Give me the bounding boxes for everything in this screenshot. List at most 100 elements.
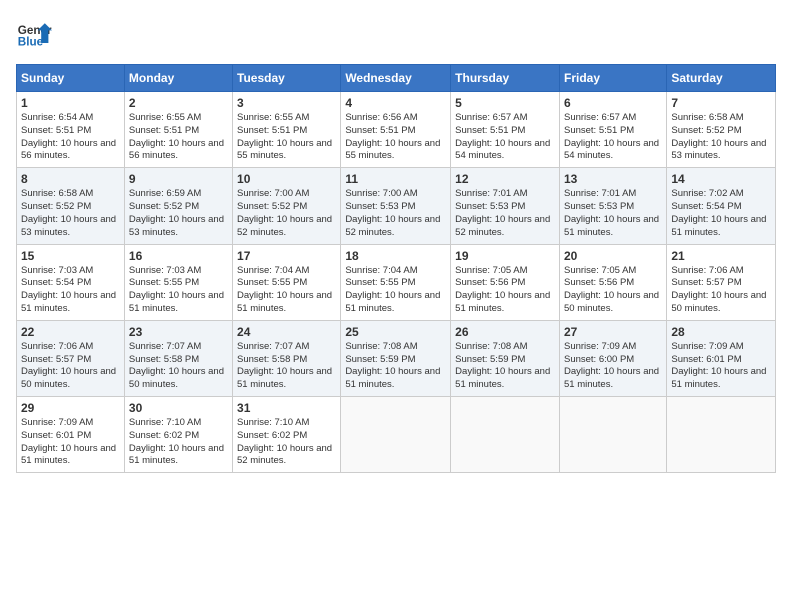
day-number: 16: [129, 249, 228, 263]
day-number: 24: [237, 325, 336, 339]
calendar-cell: 1 Sunrise: 6:54 AM Sunset: 5:51 PM Dayli…: [17, 92, 125, 168]
calendar-cell: 6 Sunrise: 6:57 AM Sunset: 5:51 PM Dayli…: [559, 92, 666, 168]
day-info: Sunrise: 7:04 AM Sunset: 5:55 PM Dayligh…: [345, 265, 446, 316]
day-number: 8: [21, 172, 120, 186]
page-header: General Blue: [16, 16, 776, 52]
day-info: Sunrise: 6:58 AM Sunset: 5:52 PM Dayligh…: [671, 112, 771, 163]
calendar-cell: 16 Sunrise: 7:03 AM Sunset: 5:55 PM Dayl…: [124, 244, 232, 320]
calendar-cell: 3 Sunrise: 6:55 AM Sunset: 5:51 PM Dayli…: [233, 92, 341, 168]
day-info: Sunrise: 7:01 AM Sunset: 5:53 PM Dayligh…: [455, 188, 555, 239]
calendar-cell: 5 Sunrise: 6:57 AM Sunset: 5:51 PM Dayli…: [451, 92, 560, 168]
day-info: Sunrise: 7:09 AM Sunset: 6:00 PM Dayligh…: [564, 341, 662, 392]
day-info: Sunrise: 7:09 AM Sunset: 6:01 PM Dayligh…: [21, 417, 120, 468]
day-number: 26: [455, 325, 555, 339]
day-number: 4: [345, 96, 446, 110]
day-info: Sunrise: 7:02 AM Sunset: 5:54 PM Dayligh…: [671, 188, 771, 239]
day-number: 15: [21, 249, 120, 263]
calendar-cell: 9 Sunrise: 6:59 AM Sunset: 5:52 PM Dayli…: [124, 168, 232, 244]
calendar-cell: 12 Sunrise: 7:01 AM Sunset: 5:53 PM Dayl…: [451, 168, 560, 244]
day-info: Sunrise: 6:54 AM Sunset: 5:51 PM Dayligh…: [21, 112, 120, 163]
calendar-cell: 30 Sunrise: 7:10 AM Sunset: 6:02 PM Dayl…: [124, 397, 232, 473]
day-info: Sunrise: 7:09 AM Sunset: 6:01 PM Dayligh…: [671, 341, 771, 392]
day-info: Sunrise: 6:55 AM Sunset: 5:51 PM Dayligh…: [237, 112, 336, 163]
day-info: Sunrise: 7:08 AM Sunset: 5:59 PM Dayligh…: [455, 341, 555, 392]
day-info: Sunrise: 7:05 AM Sunset: 5:56 PM Dayligh…: [564, 265, 662, 316]
calendar-header-row: Sunday Monday Tuesday Wednesday Thursday…: [17, 65, 776, 92]
day-info: Sunrise: 6:59 AM Sunset: 5:52 PM Dayligh…: [129, 188, 228, 239]
day-info: Sunrise: 7:01 AM Sunset: 5:53 PM Dayligh…: [564, 188, 662, 239]
day-number: 31: [237, 401, 336, 415]
calendar-cell: 11 Sunrise: 7:00 AM Sunset: 5:53 PM Dayl…: [341, 168, 451, 244]
calendar-cell: 27 Sunrise: 7:09 AM Sunset: 6:00 PM Dayl…: [559, 320, 666, 396]
day-info: Sunrise: 6:58 AM Sunset: 5:52 PM Dayligh…: [21, 188, 120, 239]
day-number: 7: [671, 96, 771, 110]
day-info: Sunrise: 7:03 AM Sunset: 5:55 PM Dayligh…: [129, 265, 228, 316]
col-monday: Monday: [124, 65, 232, 92]
day-number: 9: [129, 172, 228, 186]
day-number: 30: [129, 401, 228, 415]
day-number: 29: [21, 401, 120, 415]
day-info: Sunrise: 7:06 AM Sunset: 5:57 PM Dayligh…: [21, 341, 120, 392]
calendar-cell: 14 Sunrise: 7:02 AM Sunset: 5:54 PM Dayl…: [667, 168, 776, 244]
calendar-cell: [341, 397, 451, 473]
day-info: Sunrise: 7:00 AM Sunset: 5:52 PM Dayligh…: [237, 188, 336, 239]
calendar-week-row: 8 Sunrise: 6:58 AM Sunset: 5:52 PM Dayli…: [17, 168, 776, 244]
logo: General Blue: [16, 16, 52, 52]
day-info: Sunrise: 7:00 AM Sunset: 5:53 PM Dayligh…: [345, 188, 446, 239]
day-number: 6: [564, 96, 662, 110]
calendar-cell: 24 Sunrise: 7:07 AM Sunset: 5:58 PM Dayl…: [233, 320, 341, 396]
day-number: 3: [237, 96, 336, 110]
day-number: 19: [455, 249, 555, 263]
calendar-cell: 28 Sunrise: 7:09 AM Sunset: 6:01 PM Dayl…: [667, 320, 776, 396]
col-tuesday: Tuesday: [233, 65, 341, 92]
day-number: 27: [564, 325, 662, 339]
calendar-cell: 20 Sunrise: 7:05 AM Sunset: 5:56 PM Dayl…: [559, 244, 666, 320]
calendar-cell: 22 Sunrise: 7:06 AM Sunset: 5:57 PM Dayl…: [17, 320, 125, 396]
day-info: Sunrise: 6:57 AM Sunset: 5:51 PM Dayligh…: [455, 112, 555, 163]
day-info: Sunrise: 7:04 AM Sunset: 5:55 PM Dayligh…: [237, 265, 336, 316]
calendar-table: Sunday Monday Tuesday Wednesday Thursday…: [16, 64, 776, 473]
day-info: Sunrise: 7:08 AM Sunset: 5:59 PM Dayligh…: [345, 341, 446, 392]
day-number: 12: [455, 172, 555, 186]
day-info: Sunrise: 7:05 AM Sunset: 5:56 PM Dayligh…: [455, 265, 555, 316]
day-number: 1: [21, 96, 120, 110]
day-number: 18: [345, 249, 446, 263]
calendar-cell: 15 Sunrise: 7:03 AM Sunset: 5:54 PM Dayl…: [17, 244, 125, 320]
day-number: 22: [21, 325, 120, 339]
day-info: Sunrise: 7:07 AM Sunset: 5:58 PM Dayligh…: [129, 341, 228, 392]
day-info: Sunrise: 7:07 AM Sunset: 5:58 PM Dayligh…: [237, 341, 336, 392]
day-info: Sunrise: 6:55 AM Sunset: 5:51 PM Dayligh…: [129, 112, 228, 163]
day-info: Sunrise: 6:56 AM Sunset: 5:51 PM Dayligh…: [345, 112, 446, 163]
calendar-cell: [667, 397, 776, 473]
day-number: 14: [671, 172, 771, 186]
day-number: 28: [671, 325, 771, 339]
calendar-cell: [451, 397, 560, 473]
calendar-cell: 18 Sunrise: 7:04 AM Sunset: 5:55 PM Dayl…: [341, 244, 451, 320]
calendar-cell: 17 Sunrise: 7:04 AM Sunset: 5:55 PM Dayl…: [233, 244, 341, 320]
day-info: Sunrise: 7:10 AM Sunset: 6:02 PM Dayligh…: [237, 417, 336, 468]
day-number: 23: [129, 325, 228, 339]
col-thursday: Thursday: [451, 65, 560, 92]
calendar-cell: 8 Sunrise: 6:58 AM Sunset: 5:52 PM Dayli…: [17, 168, 125, 244]
day-info: Sunrise: 7:03 AM Sunset: 5:54 PM Dayligh…: [21, 265, 120, 316]
col-friday: Friday: [559, 65, 666, 92]
calendar-week-row: 29 Sunrise: 7:09 AM Sunset: 6:01 PM Dayl…: [17, 397, 776, 473]
day-number: 25: [345, 325, 446, 339]
calendar-cell: 2 Sunrise: 6:55 AM Sunset: 5:51 PM Dayli…: [124, 92, 232, 168]
calendar-cell: 23 Sunrise: 7:07 AM Sunset: 5:58 PM Dayl…: [124, 320, 232, 396]
col-wednesday: Wednesday: [341, 65, 451, 92]
calendar-cell: 13 Sunrise: 7:01 AM Sunset: 5:53 PM Dayl…: [559, 168, 666, 244]
col-saturday: Saturday: [667, 65, 776, 92]
calendar-cell: 31 Sunrise: 7:10 AM Sunset: 6:02 PM Dayl…: [233, 397, 341, 473]
day-info: Sunrise: 7:10 AM Sunset: 6:02 PM Dayligh…: [129, 417, 228, 468]
calendar-cell: 25 Sunrise: 7:08 AM Sunset: 5:59 PM Dayl…: [341, 320, 451, 396]
calendar-cell: 29 Sunrise: 7:09 AM Sunset: 6:01 PM Dayl…: [17, 397, 125, 473]
day-number: 5: [455, 96, 555, 110]
day-info: Sunrise: 7:06 AM Sunset: 5:57 PM Dayligh…: [671, 265, 771, 316]
day-number: 17: [237, 249, 336, 263]
calendar-cell: [559, 397, 666, 473]
day-number: 10: [237, 172, 336, 186]
calendar-cell: 19 Sunrise: 7:05 AM Sunset: 5:56 PM Dayl…: [451, 244, 560, 320]
calendar-week-row: 1 Sunrise: 6:54 AM Sunset: 5:51 PM Dayli…: [17, 92, 776, 168]
calendar-cell: 26 Sunrise: 7:08 AM Sunset: 5:59 PM Dayl…: [451, 320, 560, 396]
